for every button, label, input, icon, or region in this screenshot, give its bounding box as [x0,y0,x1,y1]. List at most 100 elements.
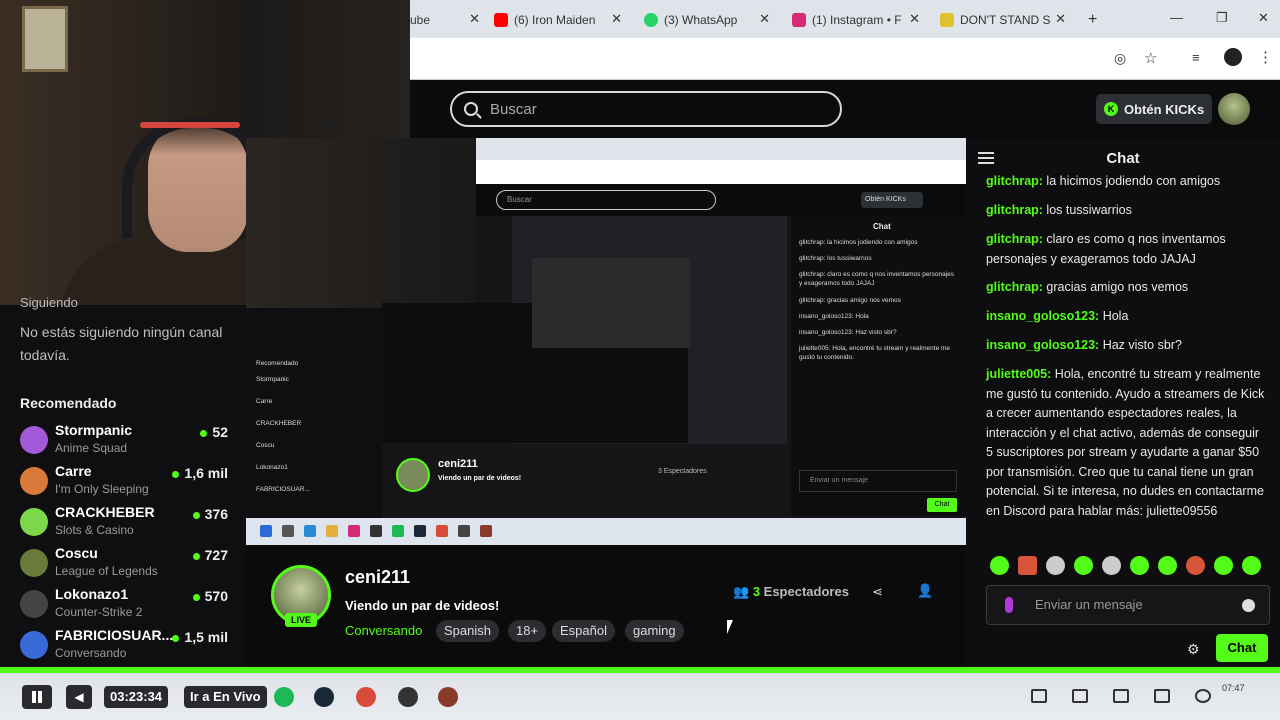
emote-icon[interactable] [1130,556,1149,575]
channel-viewers: 727 [193,547,228,563]
tab-iron-maiden[interactable]: (6) Iron Maiden ✕ [494,6,622,34]
minimize-icon[interactable]: — [1170,10,1183,25]
chat-send-button[interactable]: Chat [1216,634,1268,662]
emote-icon[interactable] [1242,556,1261,575]
tag-gaming[interactable]: gaming [625,620,684,642]
chat-username[interactable]: glitchrap: [986,174,1043,188]
eye-off-icon[interactable]: ◎ [1114,50,1126,67]
theater-mode-icon[interactable] [1113,689,1129,703]
capture-windows-icon [260,525,272,537]
search-input[interactable]: Buscar [450,91,842,127]
gear-icon[interactable]: ⚙ [1187,641,1200,658]
close-window-icon[interactable]: ✕ [1258,10,1269,26]
settings-icon[interactable] [1195,689,1211,703]
stream-category[interactable]: Conversando [345,623,422,638]
tab-instagram[interactable]: (1) Instagram • F ✕ [792,6,920,34]
emote-icon[interactable] [1214,556,1233,575]
chat-message: insano_goloso123: Hola [986,307,1268,327]
emote-icon[interactable] [1158,556,1177,575]
user-avatar[interactable] [1218,93,1250,125]
steam-icon[interactable] [314,687,334,707]
sidebar-channel-carre[interactable]: Carre I'm Only Sleeping 1,6 mil [20,463,232,503]
star-bookmark-icon[interactable]: ☆ [1144,49,1157,67]
sidebar-channel-lokonazo1[interactable]: Lokonazo1 Counter-Strike 2 570 [20,586,232,626]
emote-icon[interactable] [1102,556,1121,575]
volume-button[interactable]: ◀ [66,685,92,709]
channel-category: League of Legends [55,564,158,578]
emote-icon[interactable] [1074,556,1093,575]
new-tab-button[interactable]: + [1088,6,1108,34]
chat-username[interactable]: insano_goloso123: [986,309,1099,323]
follow-user-icon[interactable]: 👤 [917,583,933,599]
capture-profile: ceni211 Viendo un par de videos! 3 Espec… [396,458,786,518]
chat-username[interactable]: insano_goloso123: [986,338,1099,352]
emote-icon[interactable] [1046,556,1065,575]
channel-category: Anime Squad [55,441,128,455]
following-title: Siguiendo [20,295,78,310]
tab-dont-stand[interactable]: DON'T STAND S ✕ [940,6,1066,34]
capture-chat-line: glitchrap: los tussiwarrios [799,255,872,262]
capture-channel: Carre [256,398,273,405]
sidebar-channel-fabriciosuar[interactable]: FABRICIOSUAR... Conversando 1,5 mil [20,627,232,667]
emote-icon[interactable] [990,556,1009,575]
chat-username[interactable]: glitchrap: [986,280,1043,294]
maximize-icon[interactable]: ❐ [1216,10,1228,26]
screen: ube ✕ (6) Iron Maiden ✕ (3) WhatsApp ✕ (1) … [0,0,1280,720]
miniplayer-icon[interactable] [1031,689,1047,703]
channel-name[interactable]: ceni211 [345,567,410,588]
tag-18plus[interactable]: 18+ [508,620,547,642]
viewer-count: 👥 3 Espectadores [733,584,849,600]
chat-title: Chat [1106,150,1140,167]
sidebar-channel-coscu[interactable]: Coscu League of Legends 727 [20,545,232,585]
menu-icon[interactable]: ⋮ [1258,48,1273,66]
tab-whatsapp[interactable]: (3) WhatsApp ✕ [644,6,770,34]
app-icon[interactable] [398,687,418,707]
chat-username[interactable]: juliette005: [986,367,1051,381]
close-tab-icon[interactable]: ✕ [611,11,622,27]
capture-app-icon [392,525,404,537]
close-tab-icon[interactable]: ✕ [469,11,480,27]
capture-recommended: Recomendado [256,360,299,367]
channel-category: Counter-Strike 2 [55,605,143,619]
get-kicks-button[interactable]: K Obtén KICKs [1096,94,1212,124]
close-tab-icon[interactable]: ✕ [759,11,770,27]
tab-youtube[interactable]: ube ✕ [410,6,480,34]
spotify-icon[interactable] [274,687,294,707]
mouse-cursor [727,620,733,634]
chat-message: glitchrap: claro es como q nos inventamo… [986,230,1268,269]
close-tab-icon[interactable]: ✕ [1055,11,1066,27]
capture-channel: Stormpanic [256,376,289,383]
chat-username[interactable]: glitchrap: [986,232,1043,246]
extensions-icon[interactable]: ≡ [1192,50,1200,65]
channel-avatar [20,426,48,454]
stream-video[interactable]: Buscar Obtén KICKs Recomendado Stormpani… [246,138,966,545]
app-icon[interactable] [438,687,458,707]
profile-icon[interactable] [1224,48,1242,66]
capture-channel: Lokonazo1 [256,464,288,471]
share-icon[interactable]: ⋖ [872,584,883,600]
channel-name: FABRICIOSUAR... [55,627,174,643]
pause-button[interactable] [22,685,52,709]
sidebar-channel-crackheber[interactable]: CRACKHEBER Slots & Casino 376 [20,504,232,544]
emoji-icon[interactable] [1242,599,1255,612]
chat-message-input[interactable]: Enviar un mensaje [986,585,1270,625]
capture-kicks: Obtén KICKs [861,192,923,208]
sidebar-channel-stormpanic[interactable]: Stormpanic Anime Squad 52 [20,422,232,462]
capture-chat-line: glitchrap: claro es como q nos inventamo… [799,271,954,287]
emote-icon[interactable] [1018,556,1037,575]
go-live-button[interactable]: Ir a En Vivo [184,686,267,708]
capture-avatar [396,458,430,492]
fullscreen-icon[interactable] [1154,689,1170,703]
tag-spanish[interactable]: Spanish [436,620,499,642]
chrome-icon[interactable] [356,687,376,707]
tag-espanol[interactable]: Español [552,620,615,642]
emote-icon[interactable] [1186,556,1205,575]
close-tab-icon[interactable]: ✕ [909,11,920,27]
address-bar[interactable]: ◎ ☆ ≡ ⋮ [410,38,1280,80]
chat-username[interactable]: glitchrap: [986,203,1043,217]
channel-avatar [20,467,48,495]
chat-text: Hola [1099,309,1129,323]
channel-name: Carre [55,463,92,479]
clip-icon[interactable] [1072,689,1088,703]
microphone-icon[interactable] [1005,597,1013,613]
